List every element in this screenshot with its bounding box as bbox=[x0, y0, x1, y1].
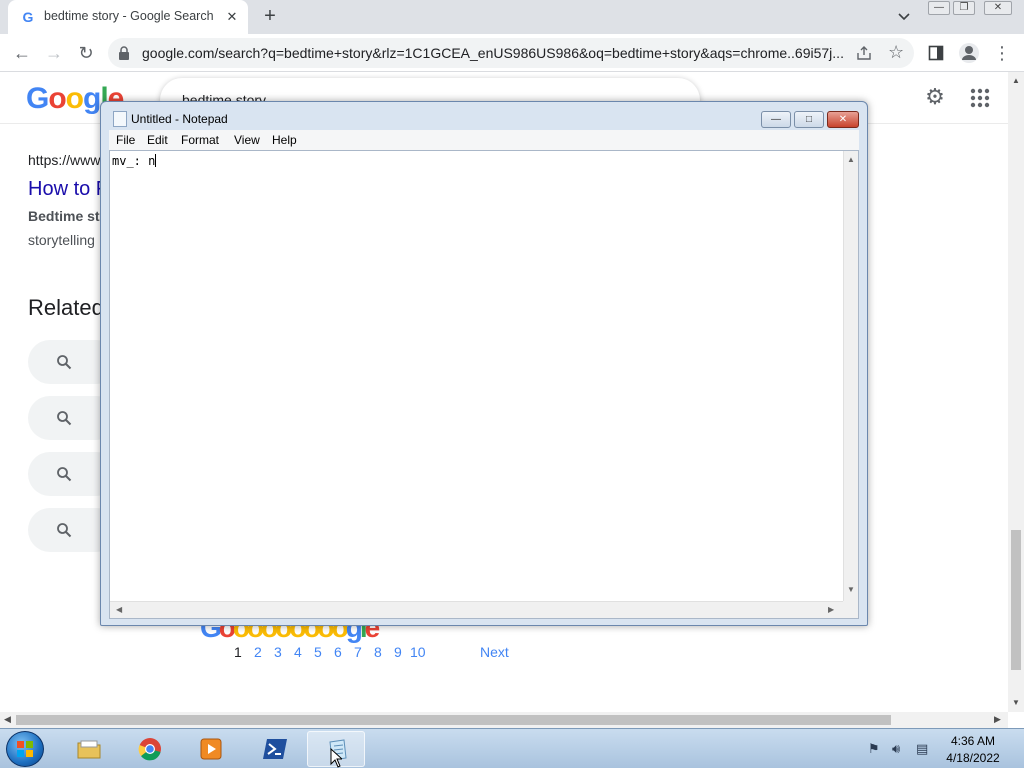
result-snippet-bold: Bedtime sto bbox=[28, 208, 109, 224]
scroll-down-arrow-icon[interactable]: ▼ bbox=[1012, 698, 1020, 707]
volume-icon[interactable]: 🔊︎ bbox=[892, 741, 900, 757]
menu-file[interactable]: File bbox=[116, 133, 135, 147]
notepad-text-line[interactable]: mv_: n bbox=[112, 154, 157, 168]
notepad-maximize-button[interactable]: □ bbox=[794, 111, 824, 128]
network-icon[interactable]: ▤ bbox=[916, 741, 928, 757]
taskbar-powershell[interactable] bbox=[246, 731, 304, 767]
logo-letter: o bbox=[48, 82, 66, 115]
next-page-link[interactable]: Next bbox=[480, 644, 509, 660]
notepad-title: Untitled - Notepad bbox=[131, 112, 228, 126]
clock-time[interactable]: 4:36 AM bbox=[948, 734, 998, 748]
search-icon bbox=[57, 467, 72, 482]
page-link[interactable]: 8 bbox=[374, 644, 382, 660]
taskbar-explorer[interactable] bbox=[60, 731, 118, 767]
share-icon[interactable] bbox=[856, 45, 872, 61]
scroll-down-arrow-icon[interactable]: ▼ bbox=[847, 585, 855, 594]
page-link[interactable]: 4 bbox=[294, 644, 302, 660]
scrollbar-thumb[interactable] bbox=[16, 715, 891, 725]
taskbar: ⚑ 🔊︎ ▤ 4:36 AM 4/18/2022 bbox=[0, 728, 1024, 768]
result-url[interactable]: https://www bbox=[28, 152, 100, 168]
google-apps-grid-icon[interactable] bbox=[970, 88, 990, 108]
lock-icon[interactable] bbox=[118, 46, 130, 60]
logo-letter: G bbox=[26, 82, 49, 115]
tab-close-icon[interactable]: ✕ bbox=[224, 9, 240, 25]
scroll-left-arrow-icon[interactable]: ◀ bbox=[116, 605, 122, 614]
start-button[interactable] bbox=[6, 731, 44, 767]
folder-icon bbox=[77, 740, 101, 759]
profile-avatar-icon[interactable] bbox=[958, 42, 980, 64]
chrome-minimize-button[interactable]: — bbox=[928, 1, 950, 15]
tab-strip: G bedtime story - Google Search ✕ + — ❐ … bbox=[0, 0, 1024, 34]
notepad-window[interactable]: Untitled - Notepad — □ ✕ File Edit Forma… bbox=[100, 101, 868, 626]
page-link[interactable]: 7 bbox=[354, 644, 362, 660]
browser-toolbar: ← → ↻ google.com/search?q=bedtime+story&… bbox=[0, 34, 1024, 72]
page-link[interactable]: 9 bbox=[394, 644, 402, 660]
search-icon bbox=[57, 523, 72, 538]
notepad-minimize-button[interactable]: — bbox=[761, 111, 791, 128]
taskbar-chrome[interactable] bbox=[121, 731, 179, 767]
windows-logo-icon bbox=[17, 741, 33, 757]
forward-arrow-icon[interactable]: → bbox=[42, 41, 66, 65]
menu-view[interactable]: View bbox=[234, 133, 260, 147]
page-link[interactable]: 10 bbox=[410, 644, 426, 660]
scroll-up-arrow-icon[interactable]: ▲ bbox=[847, 155, 855, 164]
page-link[interactable]: 6 bbox=[334, 644, 342, 660]
clock-date[interactable]: 4/18/2022 bbox=[942, 751, 1004, 765]
chrome-icon bbox=[138, 738, 161, 761]
menu-edit[interactable]: Edit bbox=[147, 133, 168, 147]
bookmark-star-icon[interactable]: ☆ bbox=[888, 42, 904, 62]
back-arrow-icon[interactable]: ← bbox=[10, 41, 34, 65]
side-panel-icon[interactable] bbox=[928, 45, 944, 61]
related-searches-heading: Related bbox=[28, 295, 104, 320]
text-caret bbox=[155, 154, 157, 167]
google-favicon-icon: G bbox=[22, 9, 34, 25]
scroll-up-arrow-icon[interactable]: ▲ bbox=[1012, 76, 1020, 85]
scroll-left-arrow-icon[interactable]: ◀ bbox=[4, 714, 11, 725]
reload-icon[interactable]: ↻ bbox=[74, 41, 98, 65]
scroll-right-arrow-icon[interactable]: ▶ bbox=[994, 714, 1001, 725]
new-tab-button[interactable]: + bbox=[258, 5, 282, 29]
action-center-flag-icon[interactable]: ⚑ bbox=[868, 741, 880, 757]
resize-grip-icon[interactable] bbox=[843, 601, 858, 618]
page-horizontal-scrollbar[interactable]: ◀ ▶ bbox=[0, 712, 1008, 728]
notepad-app-icon[interactable] bbox=[113, 111, 127, 127]
search-icon bbox=[57, 411, 72, 426]
page-link[interactable]: 5 bbox=[314, 644, 322, 660]
media-player-icon bbox=[200, 738, 222, 760]
chrome-restore-button[interactable]: ❐ bbox=[953, 1, 975, 15]
powershell-icon bbox=[263, 739, 287, 759]
page-vertical-scrollbar[interactable]: ▲ ▼ bbox=[1008, 72, 1024, 712]
chrome-close-button[interactable]: ✕ bbox=[984, 1, 1012, 15]
tab-title: bedtime story - Google Search bbox=[44, 9, 214, 23]
logo-letter: o bbox=[65, 82, 84, 115]
scrollbar-thumb[interactable] bbox=[1011, 530, 1021, 670]
taskbar-media-player[interactable] bbox=[182, 731, 240, 767]
notepad-horizontal-scrollbar[interactable]: ◀ ▶ bbox=[110, 601, 843, 618]
scroll-right-arrow-icon[interactable]: ▶ bbox=[828, 605, 834, 614]
address-bar[interactable]: google.com/search?q=bedtime+story&rlz=1C… bbox=[108, 38, 914, 68]
notepad-vertical-scrollbar[interactable]: ▲ ▼ bbox=[843, 151, 858, 601]
result-snippet: storytelling bbox=[28, 232, 95, 248]
logo-letter: g bbox=[83, 82, 101, 115]
page-link[interactable]: 3 bbox=[274, 644, 282, 660]
mouse-cursor-icon bbox=[330, 748, 342, 768]
notepad-content[interactable]: mv_: n bbox=[112, 154, 155, 168]
tab-google-search[interactable]: G bedtime story - Google Search ✕ bbox=[8, 0, 248, 34]
menu-format[interactable]: Format bbox=[181, 133, 219, 147]
chrome-menu-icon[interactable]: ⋮ bbox=[990, 41, 1014, 65]
search-icon bbox=[57, 355, 72, 370]
notepad-close-button[interactable]: ✕ bbox=[827, 111, 859, 128]
notepad-text-area[interactable]: mv_: n ▲ ▼ ◀ ▶ bbox=[109, 150, 859, 619]
url-text[interactable]: google.com/search?q=bedtime+story&rlz=1C… bbox=[142, 45, 846, 61]
tab-search-chevron-icon[interactable] bbox=[894, 8, 914, 26]
page-link[interactable]: 2 bbox=[254, 644, 262, 660]
notepad-menu-bar: File Edit Format View Help bbox=[109, 130, 859, 150]
result-title-link[interactable]: How to F bbox=[28, 178, 108, 201]
page-link-current: 1 bbox=[234, 644, 242, 660]
settings-gear-icon[interactable]: ⚙ bbox=[922, 84, 948, 110]
menu-help[interactable]: Help bbox=[272, 133, 297, 147]
system-tray: ⚑ 🔊︎ ▤ 4:36 AM 4/18/2022 bbox=[862, 729, 1024, 768]
